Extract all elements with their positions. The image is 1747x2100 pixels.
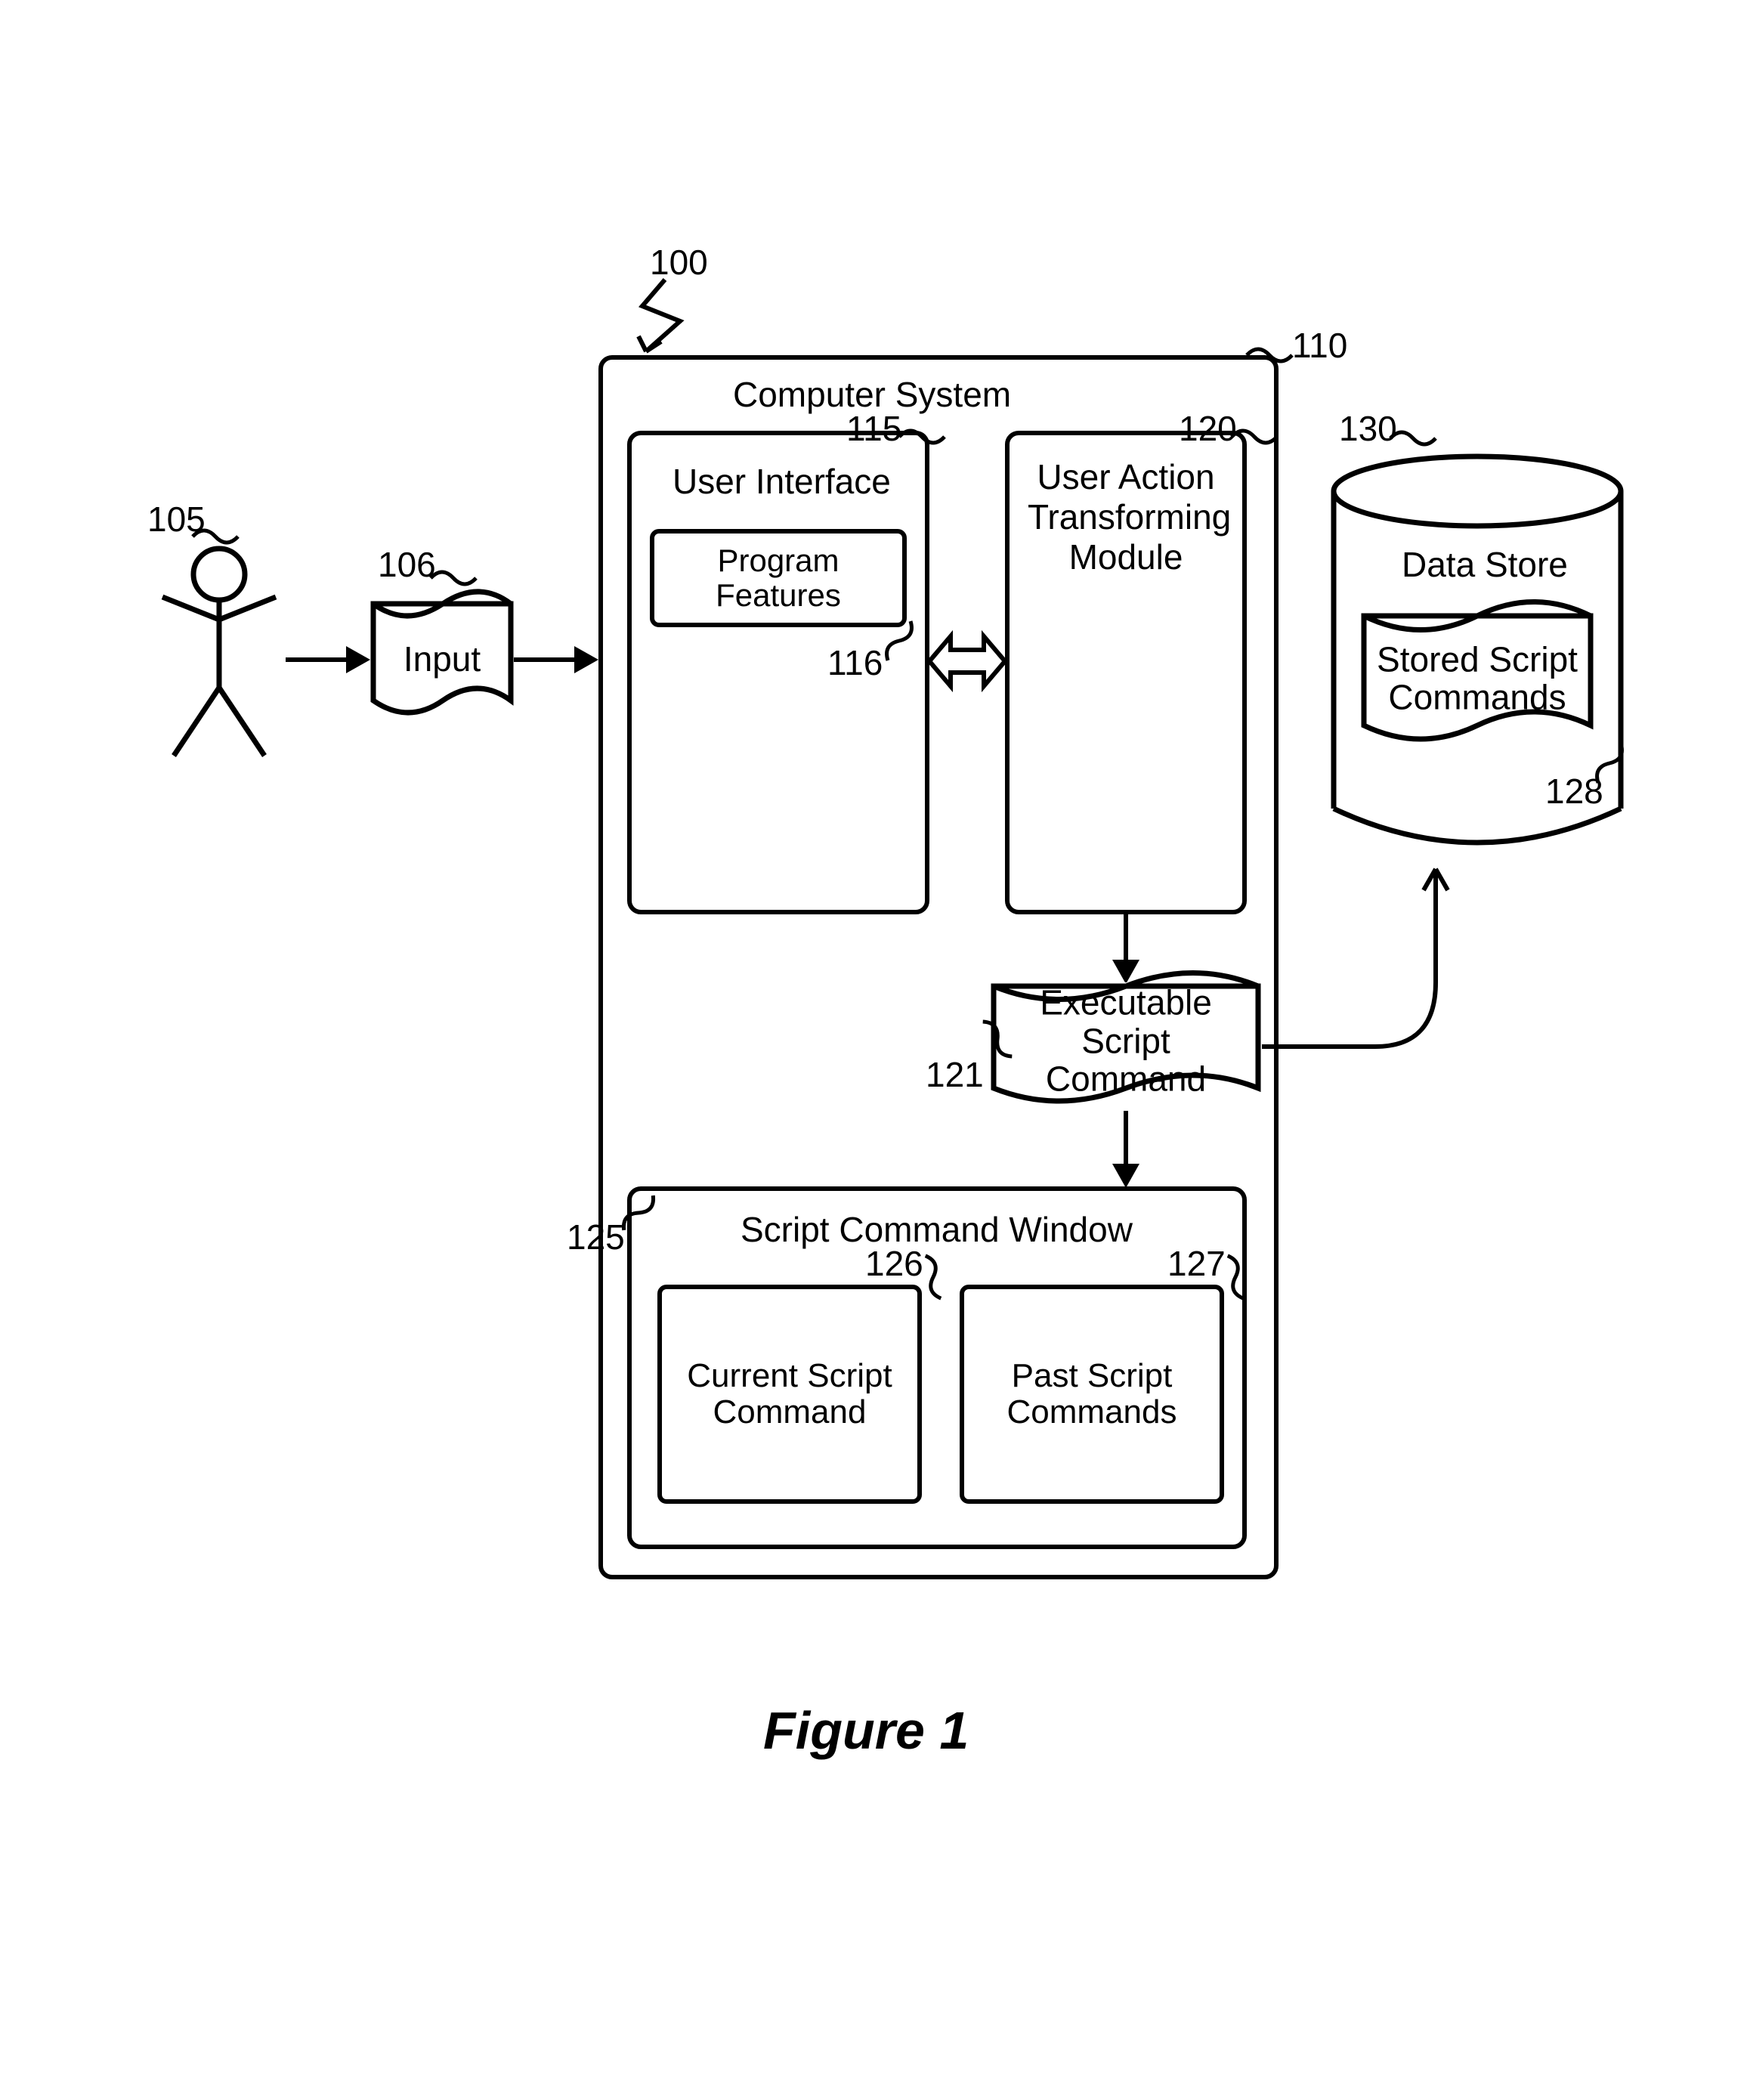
past-script-cmds-box: Past ScriptCommands	[960, 1285, 1224, 1504]
current-script-cmd-box: Current ScriptCommand	[657, 1285, 922, 1504]
ref-user-interface: 115	[846, 408, 901, 449]
ref-exec-script: 121	[926, 1054, 984, 1095]
input-doc: Input	[370, 601, 514, 722]
ref-transforming-module: 120	[1179, 408, 1237, 449]
figure-title: Figure 1	[763, 1700, 969, 1761]
ref-current-script-cmd: 126	[865, 1243, 923, 1284]
script-cmd-window-label: Script Command Window	[741, 1209, 1133, 1250]
ref-past-script-cmds: 127	[1167, 1243, 1226, 1284]
exec-script-doc: Executable ScriptCommand	[990, 982, 1262, 1111]
ref-program-features: 116	[827, 642, 883, 683]
arrow-exec-to-window	[1124, 1111, 1128, 1164]
arrow-user-to-input	[286, 657, 346, 662]
stored-script-cmds-label: Stored ScriptCommands	[1360, 640, 1594, 716]
figure-canvas: 100 105 Input 106 Computer System 110 Us…	[0, 0, 1747, 2100]
stored-script-cmds-doc: Stored ScriptCommands	[1360, 612, 1594, 752]
data-store-label: Data Store	[1402, 544, 1568, 585]
arrow-exec-to-datastore	[1262, 846, 1466, 1058]
past-script-cmds-label: Past ScriptCommands	[1007, 1358, 1177, 1431]
current-script-cmd-label: Current ScriptCommand	[687, 1358, 892, 1431]
ref-input: 106	[378, 544, 436, 585]
user-interface-box	[627, 431, 929, 914]
arrow-input-to-system	[514, 657, 574, 662]
exec-script-label: Executable ScriptCommand	[990, 984, 1262, 1099]
program-features-box: Program Features	[650, 529, 907, 627]
ref-overall-zigzag	[620, 280, 710, 355]
ref-overall: 100	[650, 242, 708, 283]
user-interface-label: User Interface	[673, 461, 891, 502]
arrow-module-to-exec	[1124, 914, 1128, 960]
bi-arrow-ui-module	[929, 627, 1005, 695]
program-features-label: Program Features	[654, 543, 902, 613]
input-label: Input	[370, 640, 514, 679]
transforming-module-label: User ActionTransformingModule	[1028, 457, 1224, 577]
arrowhead-input-to-system	[574, 646, 598, 673]
user-icon	[151, 544, 287, 771]
ref-computer-system: 110	[1292, 325, 1347, 366]
arrowhead-exec-to-window	[1112, 1164, 1139, 1188]
arrowhead-user-to-input	[346, 646, 370, 673]
ref-script-cmd-window: 125	[567, 1217, 625, 1257]
ref-data-store: 130	[1339, 408, 1397, 449]
